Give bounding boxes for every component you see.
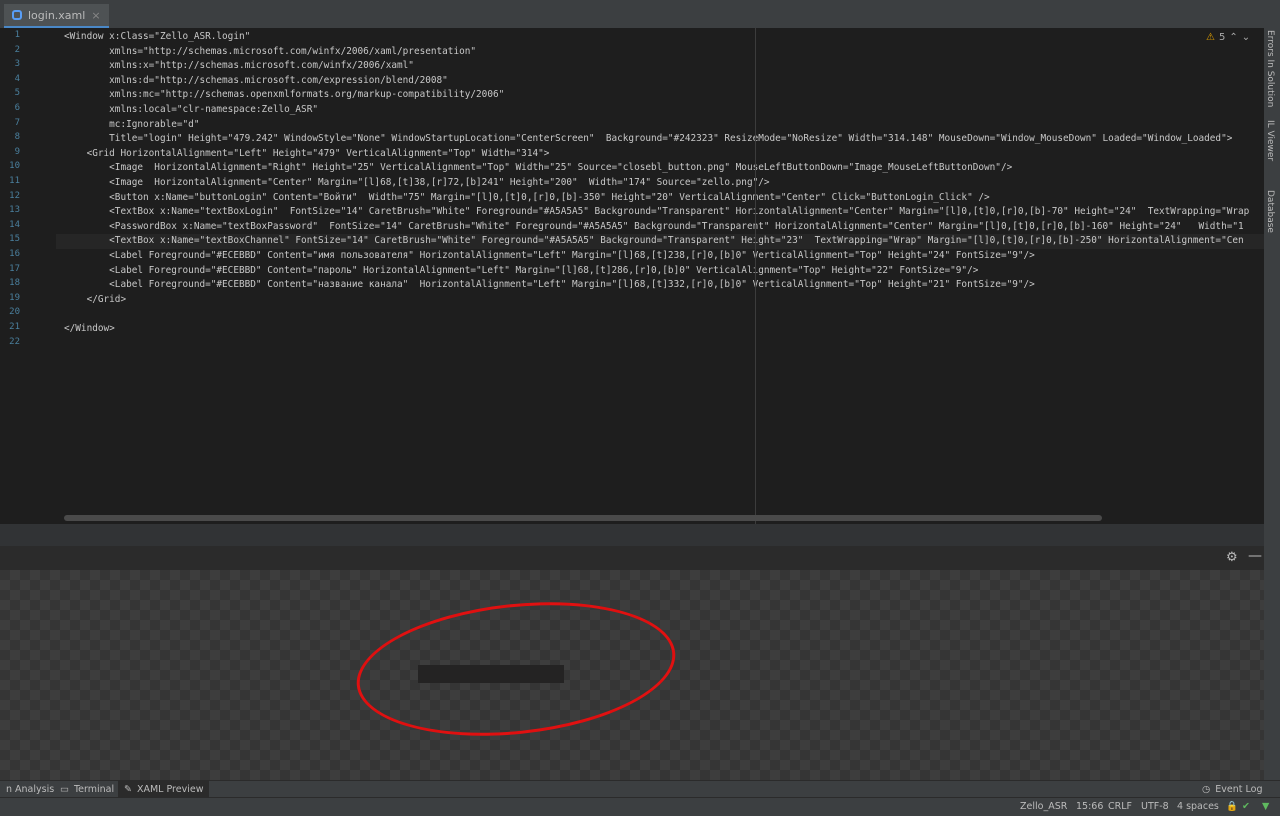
- code-line[interactable]: <Label Foreground="#ECEBBD" Content="наз…: [64, 278, 1035, 293]
- line-number: 2: [14, 44, 20, 55]
- code-line[interactable]: <Image HorizontalAlignment="Center" Marg…: [64, 176, 769, 191]
- warning-count: 5: [1218, 32, 1226, 43]
- tab-errors-in-solution[interactable]: Errors In Solution: [1265, 30, 1275, 107]
- code-line[interactable]: xmlns="http://schemas.microsoft.com/winf…: [64, 45, 476, 60]
- chevron-up-icon[interactable]: ⌃: [1229, 32, 1237, 43]
- line-number: 10: [9, 161, 20, 172]
- tab-terminal-label: Terminal: [73, 784, 115, 795]
- tab-analysis-label: n Analysis: [6, 784, 55, 795]
- line-number: 12: [9, 190, 20, 201]
- panel-splitter[interactable]: [0, 524, 1264, 546]
- status-line-endings[interactable]: CRLF: [1108, 801, 1132, 812]
- line-number: 5: [14, 88, 20, 99]
- xaml-preview-icon: ✎: [124, 784, 132, 795]
- event-log-icon: ◷: [1202, 784, 1211, 795]
- code-line[interactable]: <Button x:Name="buttonLogin" Content="Во…: [64, 191, 990, 206]
- code-line[interactable]: </Grid>: [64, 293, 127, 308]
- tab-xaml-preview-label: XAML Preview: [136, 784, 204, 795]
- line-number: 8: [14, 132, 20, 143]
- code-editor[interactable]: 1 2 3 4 5 6 7 8 9 10 11 12 13 14 15 16 17 18 19 20 21 22 <Win…: [0, 28, 1264, 524]
- inspection-icon[interactable]: ▼: [1262, 801, 1269, 812]
- code-line[interactable]: xmlns:local="clr-namespace:Zello_ASR": [64, 103, 318, 118]
- line-number: 6: [14, 103, 20, 113]
- code-line[interactable]: <Label Foreground="#ECEBBD" Content="имя…: [64, 249, 1035, 264]
- tab-database[interactable]: Database: [1265, 190, 1275, 233]
- line-number: 17: [9, 263, 20, 274]
- code-line[interactable]: <Image HorizontalAlignment="Right" Heigh…: [64, 161, 1012, 176]
- code-area[interactable]: <Window x:Class="Zello_ASR.login" xmlns=…: [64, 28, 1254, 524]
- status-indent[interactable]: 4 spaces: [1177, 801, 1219, 812]
- close-icon[interactable]: ×: [91, 9, 100, 22]
- chevron-down-icon[interactable]: ⌄: [1242, 32, 1250, 43]
- right-tool-strip: Errors In Solution IL Viewer Database: [1264, 28, 1280, 780]
- code-line[interactable]: <Window x:Class="Zello_ASR.login": [64, 30, 250, 45]
- line-number: 21: [9, 322, 20, 332]
- lock-icon[interactable]: 🔒: [1226, 801, 1238, 812]
- xaml-preview-canvas: [0, 570, 1264, 780]
- line-number: 16: [9, 249, 20, 259]
- warnings-indicator[interactable]: ⚠ 5 ⌃ ⌄: [1206, 32, 1250, 43]
- line-number: 1: [14, 30, 20, 40]
- bottom-tool-bar: n Analysis ▭ Terminal ✎ XAML Preview ◷ E…: [0, 780, 1280, 798]
- line-number: 11: [9, 176, 20, 186]
- tab-login-xaml[interactable]: login.xaml ×: [4, 4, 109, 28]
- code-line[interactable]: xmlns:d="http://schemas.microsoft.com/ex…: [64, 74, 448, 89]
- tab-analysis[interactable]: n Analysis: [0, 781, 60, 798]
- line-number: 22: [9, 336, 20, 347]
- check-icon[interactable]: ✔: [1242, 801, 1250, 812]
- line-number: 14: [9, 219, 20, 230]
- code-line[interactable]: <TextBox x:Name="textBoxChannel" FontSiz…: [64, 234, 1244, 249]
- code-line[interactable]: mc:Ignorable="d": [64, 118, 199, 133]
- status-position[interactable]: 15:66: [1076, 801, 1103, 812]
- right-margin-guide: [755, 28, 756, 524]
- code-line[interactable]: <Grid HorizontalAlignment="Left" Height=…: [64, 147, 550, 162]
- line-number: 4: [14, 73, 20, 84]
- line-gutter: 1 2 3 4 5 6 7 8 9 10 11 12 13 14 15 16 17 18 19 20 21 22: [0, 28, 56, 524]
- line-number: 9: [14, 146, 20, 157]
- tab-label: login.xaml: [28, 8, 86, 22]
- tab-xaml-preview[interactable]: ✎ XAML Preview: [118, 781, 210, 798]
- status-project[interactable]: Zello_ASR: [1020, 801, 1067, 812]
- tab-terminal[interactable]: ▭ Terminal: [54, 781, 120, 798]
- event-log-label: Event Log: [1215, 784, 1263, 795]
- status-bar: Zello_ASR 15:66 CRLF UTF-8 4 spaces 🔒 ✔ …: [0, 797, 1280, 816]
- code-line[interactable]: Title="login" Height="479.242" WindowSty…: [64, 132, 1232, 147]
- code-line[interactable]: xmlns:x="http://schemas.microsoft.com/wi…: [64, 59, 414, 74]
- code-line[interactable]: </Window>: [64, 322, 115, 337]
- warning-icon: ⚠: [1206, 32, 1215, 43]
- code-line[interactable]: <TextBox x:Name="textBoxLogin" FontSize=…: [64, 205, 1249, 220]
- event-log-button[interactable]: ◷ Event Log: [1196, 781, 1269, 798]
- code-line[interactable]: xmlns:mc="http://schemas.openxmlformats.…: [64, 88, 504, 103]
- line-number: 15: [9, 234, 20, 245]
- xaml-file-icon: [12, 10, 22, 20]
- tab-il-viewer[interactable]: IL Viewer: [1265, 120, 1275, 161]
- gear-icon[interactable]: ⚙: [1226, 550, 1238, 565]
- editor-tab-bar: login.xaml ×: [0, 0, 1280, 29]
- code-line[interactable]: <Label Foreground="#ECEBBD" Content="пар…: [64, 264, 978, 279]
- line-number: 18: [9, 278, 20, 289]
- line-number: 20: [9, 307, 20, 318]
- line-number: 13: [9, 205, 20, 216]
- annotation-circle: [350, 587, 682, 751]
- line-number: 19: [9, 292, 20, 303]
- line-number: 3: [14, 59, 20, 70]
- line-number: 7: [14, 117, 20, 128]
- preview-toolbar: ⚙ —: [0, 546, 1264, 570]
- minimize-icon[interactable]: —: [1248, 548, 1262, 564]
- terminal-icon: ▭: [60, 784, 69, 795]
- horizontal-scrollbar[interactable]: [64, 515, 1102, 521]
- code-line[interactable]: <PasswordBox x:Name="textBoxPassword" Fo…: [64, 220, 1244, 235]
- status-encoding[interactable]: UTF-8: [1141, 801, 1169, 812]
